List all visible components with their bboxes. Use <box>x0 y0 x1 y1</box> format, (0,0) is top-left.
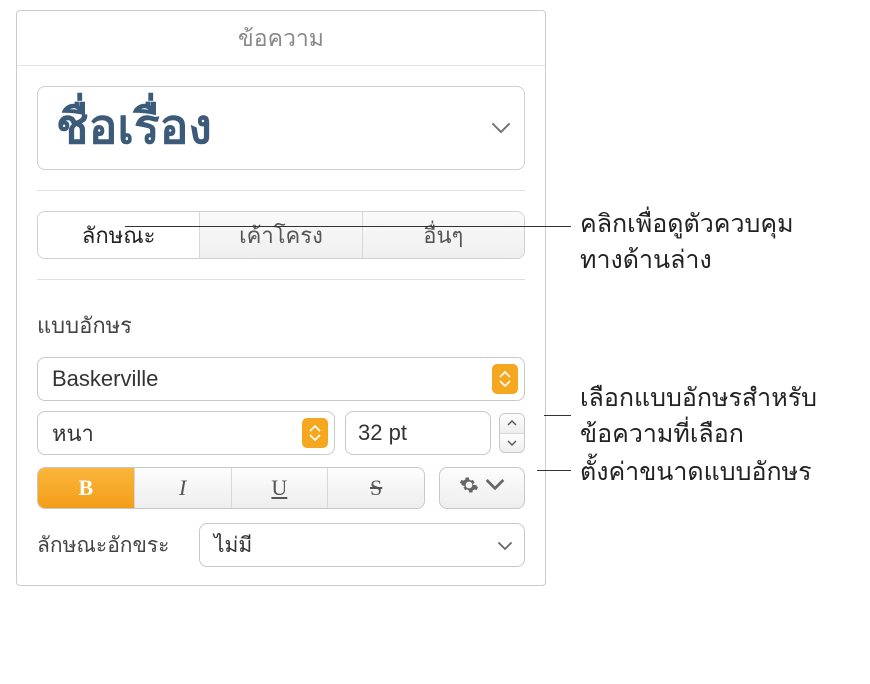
tab-more-label: อื่นๆ <box>423 218 463 253</box>
font-size-value: 32 pt <box>358 420 407 446</box>
font-weight-popup[interactable]: หนา <box>37 411 335 455</box>
callout-leader <box>537 470 571 471</box>
stepper-up-button[interactable] <box>500 414 524 434</box>
tab-layout-label: เค้าโครง <box>239 218 323 253</box>
popup-arrows-icon <box>492 364 518 394</box>
subtab-bar: ลักษณะ เค้าโครง อื่นๆ <box>37 211 525 259</box>
divider <box>37 279 525 280</box>
chevron-down-icon <box>498 534 512 557</box>
font-family-value: Baskerville <box>52 366 158 392</box>
font-section-label: แบบอักษร <box>37 308 525 343</box>
strikethrough-button[interactable]: S <box>328 468 424 508</box>
callout-tabs: คลิกเพื่อดูตัวควบคุม ทางด้านล่าง <box>580 206 794 279</box>
font-size-field[interactable]: 32 pt <box>345 411 491 455</box>
callout-leader <box>544 415 571 416</box>
tab-style-label: ลักษณะ <box>82 218 156 253</box>
callout-font: เลือกแบบอักษรสำหรับ ข้อความที่เลือก <box>580 380 817 453</box>
text-style-segment: B I U S <box>37 467 425 509</box>
tab-more[interactable]: อื่นๆ <box>363 212 524 258</box>
character-style-label: ลักษณะอักขระ <box>37 529 185 562</box>
tab-layout[interactable]: เค้าโครง <box>200 212 362 258</box>
callout-leader <box>125 226 571 227</box>
font-family-popup[interactable]: Baskerville <box>37 357 525 401</box>
chevron-down-icon <box>492 122 510 134</box>
paragraph-style-picker[interactable]: ชื่อเรื่อง <box>37 86 525 170</box>
tab-style[interactable]: ลักษณะ <box>38 212 200 258</box>
panel-title: ข้อความ <box>17 11 545 66</box>
format-sidebar: ข้อความ ชื่อเรื่อง ลักษณะ เค้าโครง อื่นๆ… <box>16 10 546 586</box>
paragraph-style-name: ชื่อเรื่อง <box>56 104 212 152</box>
character-style-popup[interactable]: ไม่มี <box>199 523 525 567</box>
chevron-down-icon <box>485 475 505 501</box>
bold-button[interactable]: B <box>38 468 135 508</box>
stepper-down-button[interactable] <box>500 434 524 453</box>
popup-arrows-icon <box>302 418 328 448</box>
underline-button[interactable]: U <box>232 468 329 508</box>
italic-button[interactable]: I <box>135 468 232 508</box>
divider <box>37 190 525 191</box>
advanced-options-button[interactable] <box>439 467 525 509</box>
font-size-control: 32 pt <box>345 411 525 455</box>
font-size-stepper <box>499 413 525 453</box>
character-style-value: ไม่มี <box>214 529 252 562</box>
gear-icon <box>459 475 479 501</box>
font-weight-value: หนา <box>52 416 94 451</box>
callout-size: ตั้งค่าขนาดแบบอักษร <box>580 454 812 490</box>
